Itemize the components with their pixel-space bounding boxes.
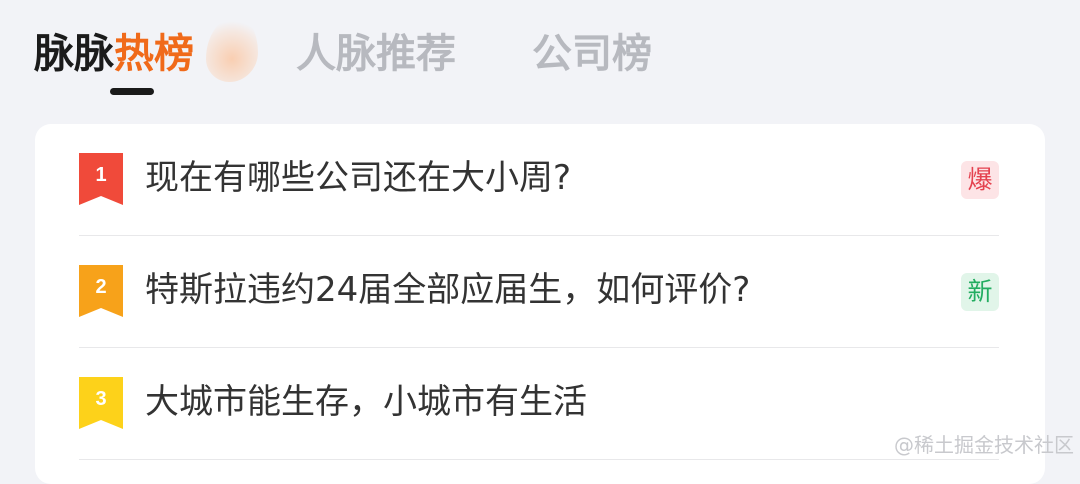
rank-number: 2 (95, 276, 107, 298)
tab-maimai-hot[interactable]: 脉脉热榜 (34, 16, 258, 82)
rank-ribbon-icon: 1 (79, 153, 123, 205)
tab-hot-label-hot: 热榜 (114, 31, 194, 77)
tab-hot-label-brand: 脉脉 (34, 31, 114, 77)
list-item-title: 大城市能生存，小城市有生活 (145, 382, 587, 422)
watermark-text: @稀土掘金技术社区 (894, 433, 1074, 457)
flame-icon (206, 16, 258, 82)
tab-people-recommend[interactable]: 人脉推荐 (296, 30, 456, 78)
rank-ribbon-icon: 2 (79, 265, 123, 317)
active-tab-indicator (110, 88, 154, 95)
rank-ribbon-icon: 3 (79, 377, 123, 429)
rank-number: 3 (95, 388, 107, 410)
new-badge: 新 (961, 273, 999, 311)
hot-list-card: 1 现在有哪些公司还在大小周? 爆 2 特斯拉违约24届全部应届生，如何评价? … (35, 124, 1045, 484)
list-item-title: 现在有哪些公司还在大小周? (145, 158, 572, 198)
hot-list: 1 现在有哪些公司还在大小周? 爆 2 特斯拉违约24届全部应届生，如何评价? … (79, 124, 999, 460)
list-item-rank-2[interactable]: 2 特斯拉违约24届全部应届生，如何评价? 新 (79, 236, 999, 348)
list-item-title: 特斯拉违约24届全部应届生，如何评价? (145, 270, 751, 310)
list-item-rank-1[interactable]: 1 现在有哪些公司还在大小周? 爆 (79, 124, 999, 236)
list-item-rank-3[interactable]: 3 大城市能生存，小城市有生活 (79, 348, 999, 460)
rank-number: 1 (95, 164, 107, 186)
tab-bar: 脉脉热榜 人脉推荐 公司榜 (0, 0, 1080, 110)
hot-badge: 爆 (961, 161, 999, 199)
tab-company-ranking[interactable]: 公司榜 (532, 30, 652, 78)
